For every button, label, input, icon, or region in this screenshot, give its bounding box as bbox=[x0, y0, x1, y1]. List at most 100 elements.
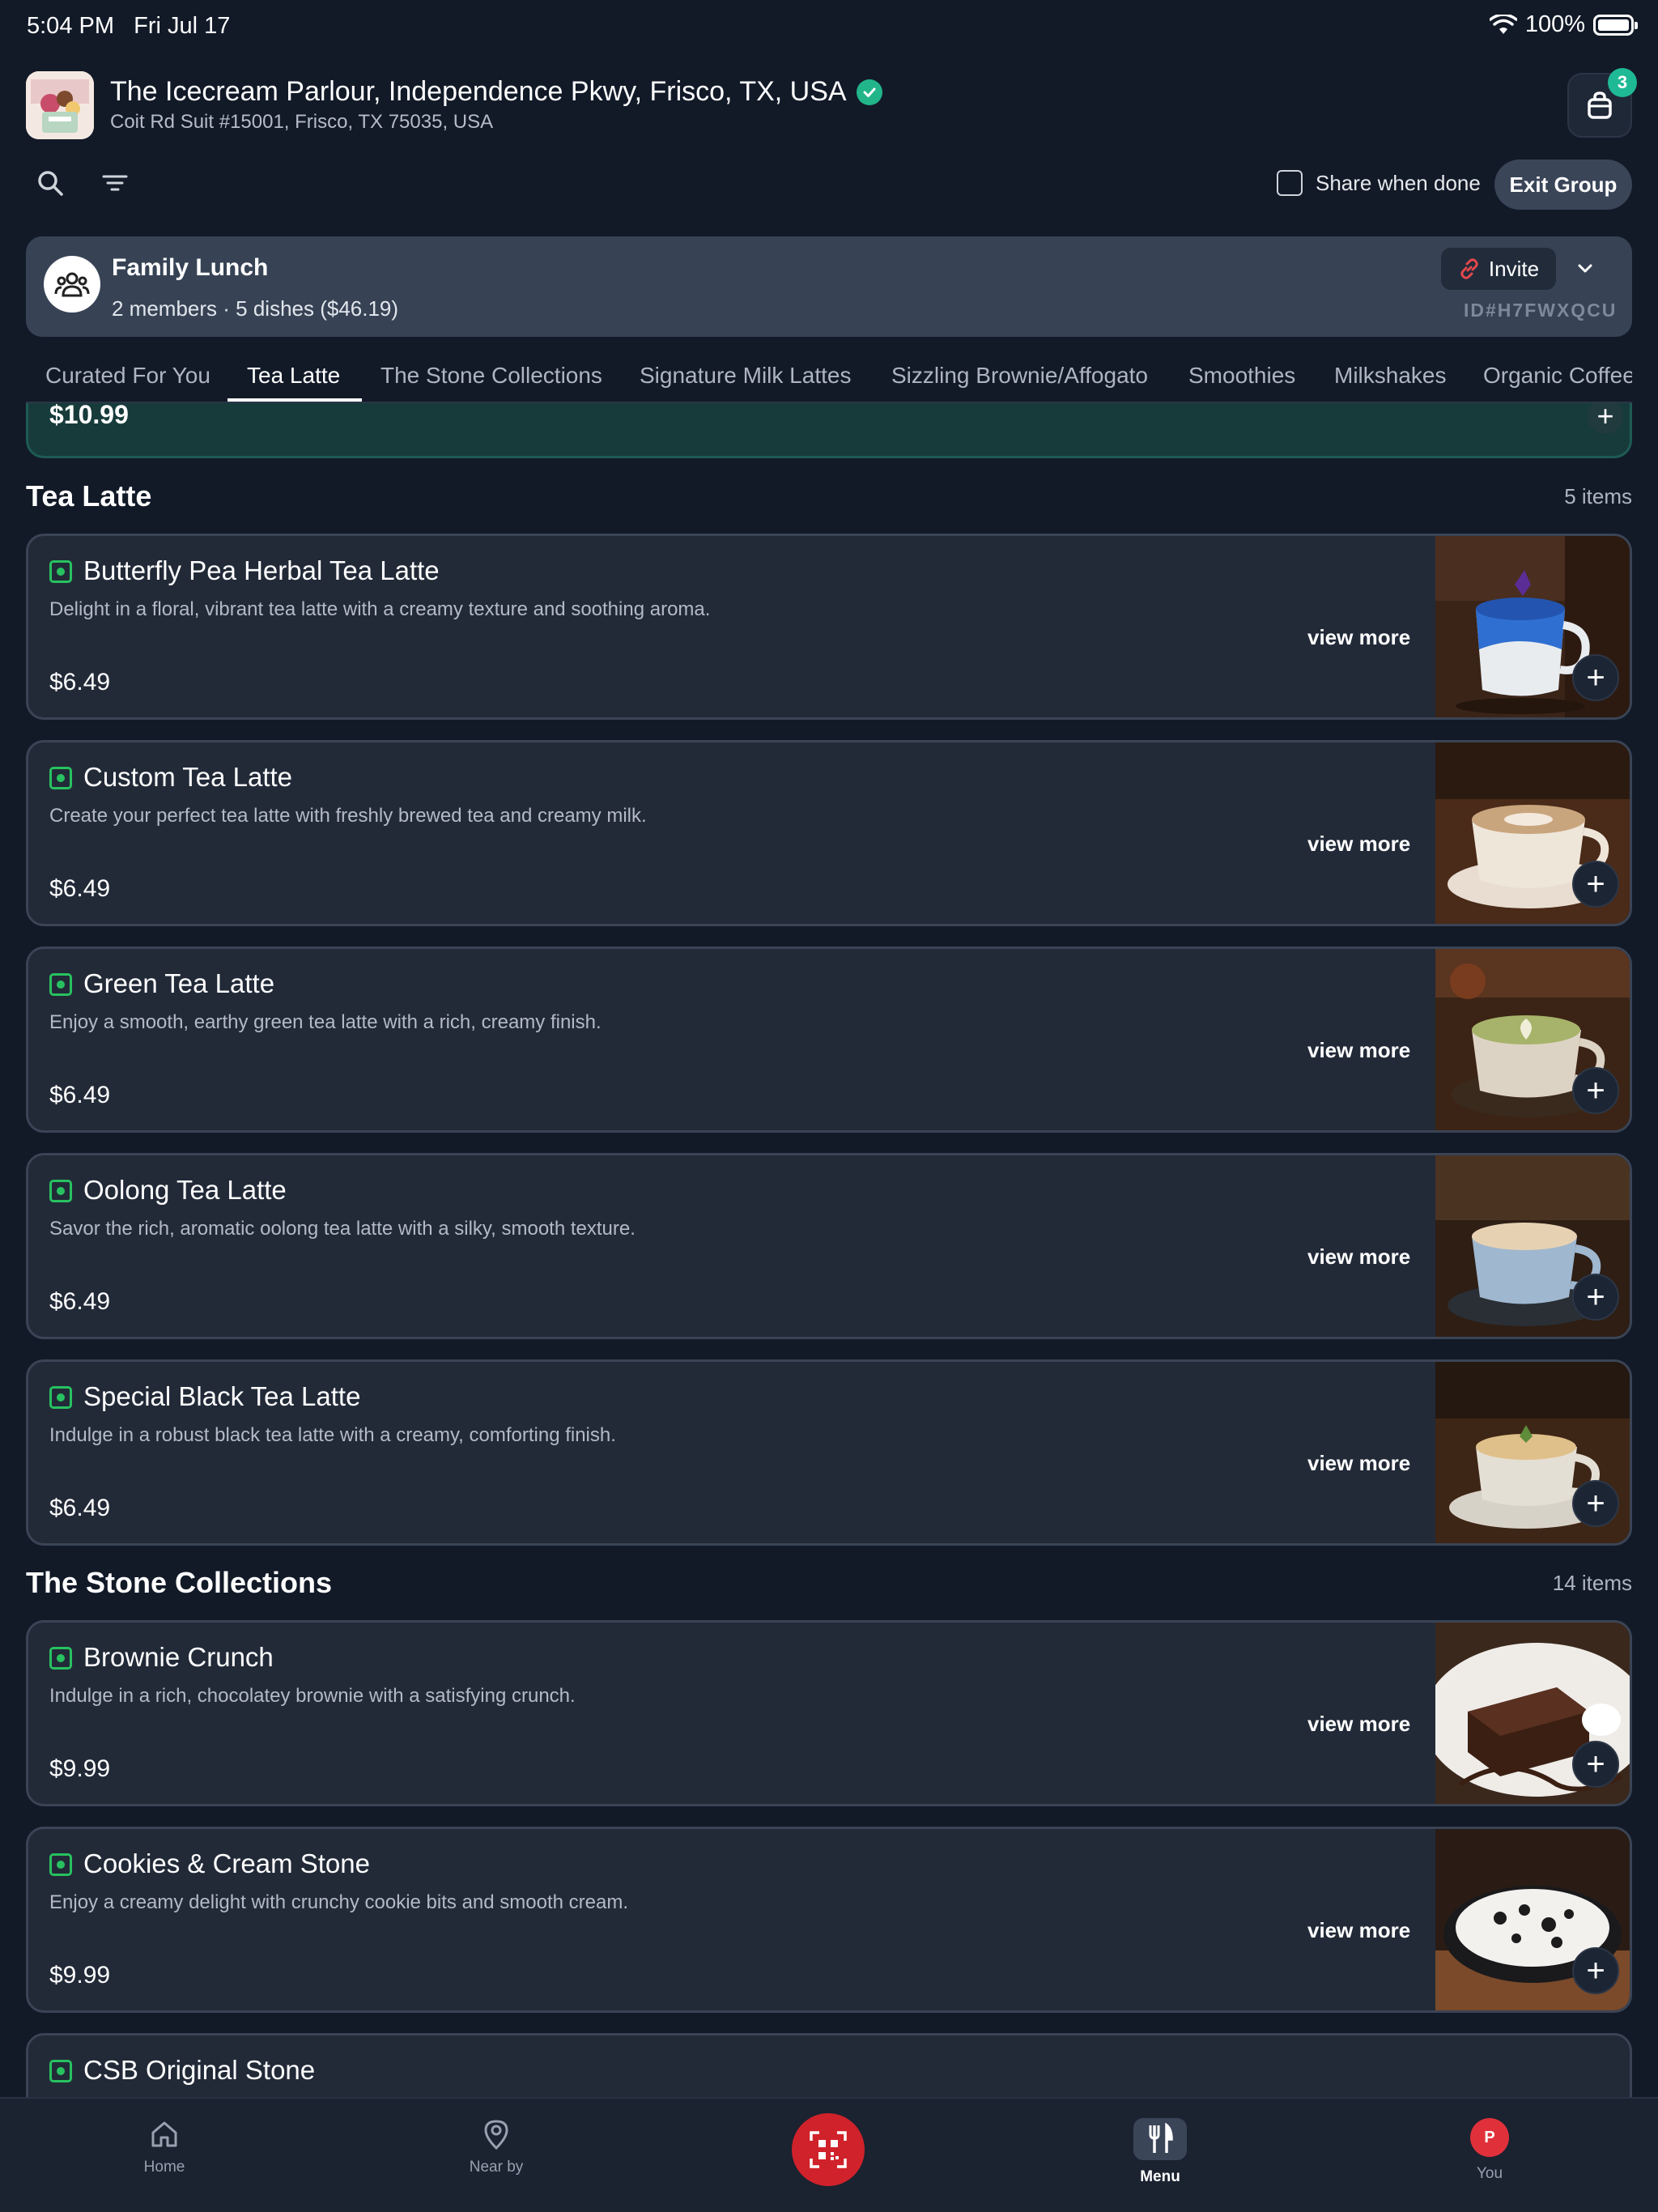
menu-item-card[interactable]: Green Tea Latte Enjoy a smooth, earthy g… bbox=[26, 946, 1632, 1133]
share-when-done[interactable]: Share when done bbox=[1277, 170, 1481, 196]
search-button[interactable] bbox=[32, 165, 68, 201]
nav-label: Near by bbox=[469, 2159, 524, 2176]
plus-icon: + bbox=[1586, 1073, 1605, 1108]
fork-knife-icon bbox=[1133, 2118, 1187, 2160]
view-more-link[interactable]: view more bbox=[1307, 625, 1410, 650]
battery-percent: 100% bbox=[1524, 11, 1585, 37]
item-price: $6.49 bbox=[49, 1082, 111, 1108]
add-item-button[interactable]: + bbox=[1572, 1274, 1619, 1321]
menu-item-card[interactable]: Custom Tea Latte Create your perfect tea… bbox=[26, 740, 1632, 926]
veg-indicator-icon bbox=[49, 1180, 72, 1202]
add-item-button[interactable]: + bbox=[1588, 398, 1623, 434]
item-price: $6.49 bbox=[49, 875, 111, 902]
status-time: 5:04 PM Fri Jul 17 bbox=[27, 13, 230, 40]
share-label: Share when done bbox=[1316, 170, 1481, 195]
view-more-link[interactable]: view more bbox=[1307, 1918, 1410, 1943]
veg-indicator-icon bbox=[49, 1853, 72, 1876]
tab-sizzling-brownie[interactable]: Sizzling Brownie/Affogato bbox=[891, 363, 1148, 389]
item-description: Savor the rich, aromatic oolong tea latt… bbox=[49, 1218, 636, 1240]
item-name: Custom Tea Latte bbox=[83, 762, 293, 792]
active-tab-indicator bbox=[227, 398, 362, 402]
exit-group-button[interactable]: Exit Group bbox=[1494, 160, 1632, 210]
nav-label: You bbox=[1476, 2165, 1503, 2182]
item-description: Enjoy a smooth, earthy green tea latte w… bbox=[49, 1011, 602, 1033]
item-name: Oolong Tea Latte bbox=[83, 1175, 287, 1205]
item-description: Delight in a floral, vibrant tea latte w… bbox=[49, 598, 711, 620]
view-more-link[interactable]: view more bbox=[1307, 1712, 1410, 1737]
veg-indicator-icon bbox=[49, 2060, 72, 2082]
item-description: Indulge in a rich, chocolatey brownie wi… bbox=[49, 1685, 576, 1707]
plus-icon: + bbox=[1596, 399, 1614, 432]
view-more-link[interactable]: view more bbox=[1307, 1451, 1410, 1476]
menu-item-card[interactable]: Brownie Crunch Indulge in a rich, chocol… bbox=[26, 1620, 1632, 1806]
filter-icon bbox=[102, 175, 128, 191]
tab-tea-latte[interactable]: Tea Latte bbox=[247, 363, 340, 389]
item-description: Enjoy a creamy delight with crunchy cook… bbox=[49, 1891, 628, 1913]
group-meta: 2 members · 5 dishes ($46.19) bbox=[112, 296, 399, 321]
plus-icon: + bbox=[1586, 1486, 1605, 1521]
plus-icon: + bbox=[1586, 1953, 1605, 1989]
qr-scan-button[interactable] bbox=[792, 2113, 865, 2186]
item-name: Brownie Crunch bbox=[83, 1642, 274, 1672]
nav-menu[interactable]: Menu bbox=[1103, 2118, 1217, 2186]
nav-nearby[interactable]: Near by bbox=[440, 2118, 553, 2176]
plus-icon: + bbox=[1586, 866, 1605, 902]
veg-indicator-icon bbox=[49, 1647, 72, 1670]
wifi-icon bbox=[1489, 14, 1517, 34]
view-more-link[interactable]: view more bbox=[1307, 832, 1410, 857]
search-icon bbox=[38, 171, 63, 196]
menu-item-card[interactable]: Oolong Tea Latte Savor the rich, aromati… bbox=[26, 1153, 1632, 1339]
tab-stone-collections[interactable]: The Stone Collections bbox=[380, 363, 602, 389]
item-name: CSB Original Stone bbox=[83, 2055, 316, 2085]
item-price: $10.99 bbox=[49, 400, 129, 429]
restaurant-logo bbox=[26, 71, 94, 139]
nav-label: Menu bbox=[1140, 2168, 1180, 2185]
group-icon bbox=[44, 256, 100, 313]
view-more-link[interactable]: view more bbox=[1307, 1038, 1410, 1063]
veg-indicator-icon bbox=[49, 973, 72, 996]
shopping-bag-icon bbox=[1588, 91, 1612, 119]
cart-count-badge: 3 bbox=[1608, 68, 1637, 97]
add-item-button[interactable]: + bbox=[1572, 654, 1619, 701]
nav-you[interactable]: P You bbox=[1433, 2118, 1546, 2183]
qr-scan-icon bbox=[810, 2131, 847, 2168]
item-name: Green Tea Latte bbox=[83, 968, 275, 998]
filter-button[interactable] bbox=[97, 165, 133, 201]
veg-indicator-icon bbox=[49, 767, 72, 789]
veg-indicator-icon bbox=[49, 1386, 72, 1409]
group-card: Family Lunch 2 members · 5 dishes ($46.1… bbox=[26, 236, 1632, 337]
restaurant-title: The Icecream Parlour, Independence Pkwy,… bbox=[110, 76, 882, 108]
chevron-down-icon bbox=[1578, 264, 1592, 273]
share-checkbox[interactable] bbox=[1277, 170, 1303, 196]
home-icon bbox=[151, 2121, 177, 2147]
restaurant-name: The Icecream Parlour, Independence Pkwy,… bbox=[110, 76, 847, 107]
battery-icon bbox=[1593, 14, 1638, 36]
tab-smoothies[interactable]: Smoothies bbox=[1188, 363, 1295, 389]
invite-button[interactable]: Invite bbox=[1441, 248, 1556, 290]
item-description: Create your perfect tea latte with fresh… bbox=[49, 805, 647, 827]
add-item-button[interactable]: + bbox=[1572, 1067, 1619, 1114]
plus-icon: + bbox=[1586, 1746, 1605, 1782]
tab-signature-milk-lattes[interactable]: Signature Milk Lattes bbox=[640, 363, 851, 389]
section-title: The Stone Collections bbox=[26, 1566, 333, 1599]
add-item-button[interactable]: + bbox=[1572, 1741, 1619, 1788]
status-date: Fri Jul 17 bbox=[134, 13, 231, 39]
nav-home[interactable]: Home bbox=[108, 2118, 221, 2176]
group-expand-button[interactable] bbox=[1572, 256, 1598, 286]
menu-item-card[interactable]: Butterfly Pea Herbal Tea Latte Delight i… bbox=[26, 534, 1632, 720]
view-more-link[interactable]: view more bbox=[1307, 1244, 1410, 1270]
item-price: $9.99 bbox=[49, 1962, 111, 1989]
add-item-button[interactable]: + bbox=[1572, 1480, 1619, 1527]
tab-organic-coffee[interactable]: Organic Coffee bbox=[1483, 363, 1632, 389]
tab-curated-for-you[interactable]: Curated For You bbox=[45, 363, 210, 389]
nav-label: Home bbox=[143, 2159, 185, 2176]
menu-item-card[interactable]: Special Black Tea Latte Indulge in a rob… bbox=[26, 1359, 1632, 1546]
add-item-button[interactable]: + bbox=[1572, 861, 1619, 908]
add-item-button[interactable]: + bbox=[1572, 1947, 1619, 1994]
link-icon bbox=[1460, 258, 1478, 279]
invite-label: Invite bbox=[1488, 256, 1540, 281]
menu-item-card[interactable]: Cookies & Cream Stone Enjoy a creamy del… bbox=[26, 1827, 1632, 2013]
verified-icon bbox=[856, 79, 882, 105]
tab-milkshakes[interactable]: Milkshakes bbox=[1334, 363, 1446, 389]
section-count: 5 items bbox=[1564, 484, 1632, 508]
